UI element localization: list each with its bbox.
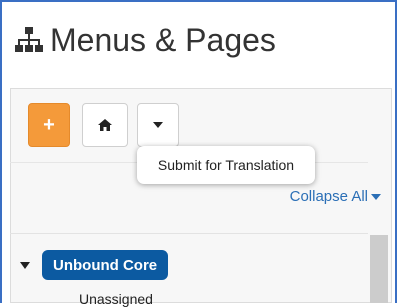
tree-item-label: Unassigned <box>79 291 153 307</box>
chevron-down-icon <box>371 193 381 200</box>
page-title-text: Menus & Pages <box>50 22 276 58</box>
actions-dropdown-button[interactable] <box>137 103 179 147</box>
home-icon <box>98 119 112 131</box>
tree-item-unassigned[interactable]: Unassigned <box>79 291 153 307</box>
collapse-all-label: Collapse All <box>289 188 368 205</box>
tree-toggle-icon[interactable] <box>20 262 30 269</box>
home-button[interactable] <box>82 103 128 147</box>
tooltip-text: Submit for Translation <box>157 157 295 173</box>
menu-node-label: Unbound Core <box>53 256 158 274</box>
page-title: Menus & Pages <box>14 20 276 60</box>
section-divider <box>10 233 368 234</box>
collapse-all-link[interactable]: Collapse All <box>290 188 381 205</box>
scrollbar[interactable] <box>370 235 388 303</box>
tooltip: Submit for Translation <box>137 146 315 184</box>
menu-node-unbound-core[interactable]: Unbound Core <box>42 250 169 280</box>
sitemap-icon <box>15 27 43 52</box>
caret-down-icon <box>153 122 163 128</box>
add-menu-button[interactable]: + <box>28 103 70 147</box>
add-label: + <box>43 113 55 136</box>
